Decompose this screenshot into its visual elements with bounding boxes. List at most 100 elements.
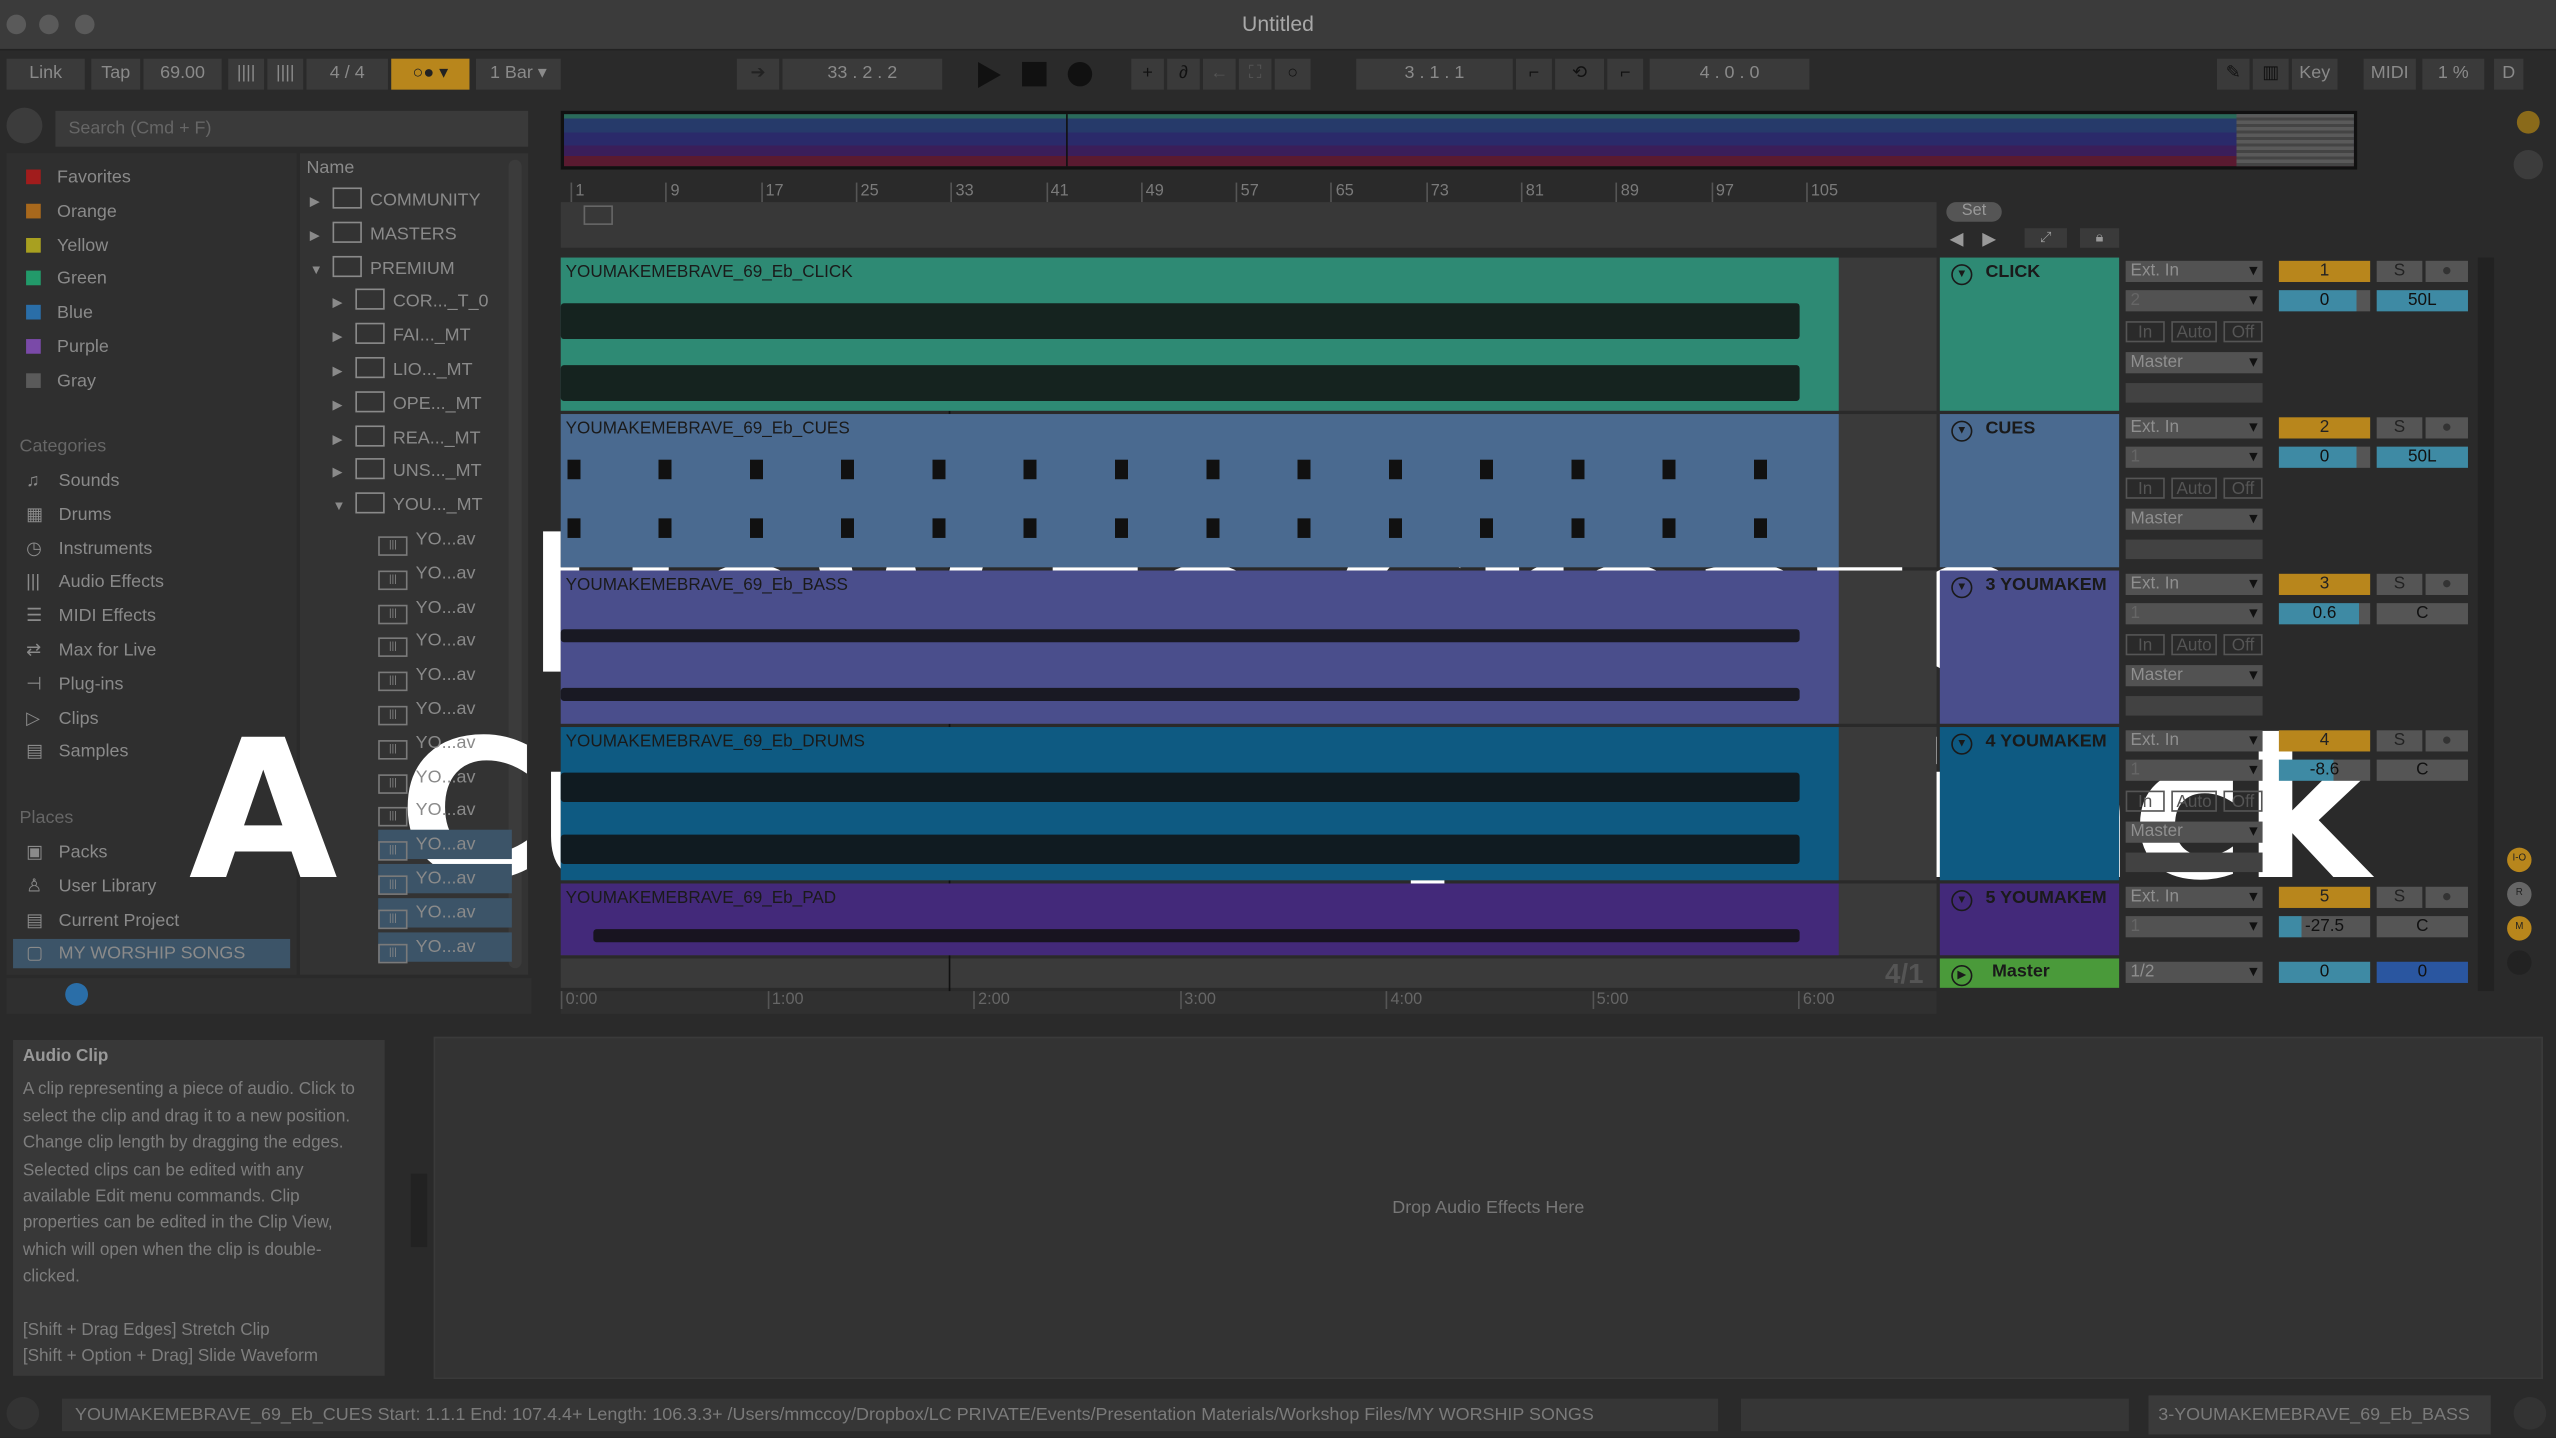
browser-toggle-button[interactable]	[6, 107, 43, 144]
name-column-header[interactable]: Name	[306, 158, 354, 178]
fold-icon[interactable]: ▼	[1951, 264, 1973, 286]
monitor-auto-button[interactable]: Auto	[2171, 321, 2217, 343]
sidebar-category-plug-ins[interactable]: ⊣ Plug-ins	[26, 670, 123, 699]
browser-file[interactable]: ||| YO...av	[378, 863, 512, 895]
track-header[interactable]: ▼ CUES	[1939, 414, 2120, 568]
track-activator-button[interactable]: 1	[2278, 260, 2371, 283]
audio-clip[interactable]: YOUMAKEMEBRAVE_69_Eb_DRUMS	[560, 727, 1839, 881]
chevron-right-icon[interactable]: ▶	[310, 187, 333, 216]
browser-file[interactable]: ||| YO...av	[378, 627, 475, 658]
link-button[interactable]: Link	[6, 58, 85, 90]
fold-icon[interactable]: ▼	[1951, 890, 1973, 912]
input-channel-select[interactable]: 1	[2125, 603, 2263, 625]
sidebar-place-my-worship-songs[interactable]: ▢ MY WORSHIP SONGS	[13, 939, 291, 969]
midi-map-button[interactable]: MIDI	[2363, 58, 2416, 90]
solo-button[interactable]: S	[2376, 260, 2423, 283]
browser-file[interactable]: ||| YO...av	[378, 728, 475, 760]
pan-field[interactable]: C	[2376, 916, 2468, 938]
arrangement-overview[interactable]	[560, 110, 2358, 170]
volume-field[interactable]: -27.5	[2278, 916, 2371, 938]
pan-field[interactable]: 50L	[2376, 290, 2468, 312]
sidebar-category-clips[interactable]: ▷ Clips	[26, 704, 98, 733]
track-header[interactable]: ▼ 4 YOUMAKEM	[1939, 727, 2120, 881]
sidebar-color-green[interactable]: Green	[26, 265, 107, 294]
output-channel-field[interactable]	[2125, 852, 2263, 873]
chevron-down-icon[interactable]: ▼	[310, 255, 333, 284]
browser-file[interactable]: ||| YO...av	[378, 525, 475, 556]
fold-icon[interactable]: ▼	[1951, 577, 1973, 599]
track-activator-button[interactable]: 4	[2278, 730, 2371, 752]
audio-clip[interactable]: YOUMAKEMEBRAVE_69_Eb_CLICK	[560, 257, 1839, 411]
solo-button[interactable]: S	[2376, 417, 2423, 439]
track-activator-button[interactable]: 3	[2278, 573, 2371, 595]
sidebar-color-purple[interactable]: Purple	[26, 333, 109, 362]
monitor-off-button[interactable]: Off	[2223, 321, 2263, 343]
output-select[interactable]: Master	[2125, 352, 2263, 374]
fold-icon[interactable]: ▼	[1951, 420, 1973, 442]
arm-record-button[interactable]: ●	[2425, 260, 2468, 283]
chevron-down-icon[interactable]: ▼	[333, 493, 356, 522]
monitor-in-button[interactable]: In	[2125, 790, 2165, 812]
browser-folder[interactable]: ▶ REA..._MT	[333, 423, 481, 452]
tempo-field[interactable]: 69.00	[143, 58, 222, 90]
output-channel-field[interactable]	[2125, 383, 2263, 403]
sidebar-color-orange[interactable]: Orange	[26, 197, 117, 226]
monitor-in-button[interactable]: In	[2125, 321, 2165, 343]
bar-ruler[interactable]: 1 9 17 25 33 41 49 57 65 73 81 89 97 105	[561, 182, 1937, 203]
input-type-select[interactable]: Ext. In	[2125, 730, 2263, 752]
loop-length-field[interactable]: 4 . 0 . 0	[1649, 58, 1810, 90]
loop-brace-icon[interactable]	[583, 205, 613, 225]
toggle-r-button[interactable]: R	[2507, 881, 2532, 907]
locators-lane[interactable]	[560, 202, 1937, 248]
sidebar-category-instruments[interactable]: ◷ Instruments	[26, 534, 152, 563]
solo-button[interactable]: S	[2376, 886, 2423, 908]
output-channel-field[interactable]	[2125, 539, 2263, 560]
sidebar-category-midi-effects[interactable]: ☰ MIDI Effects	[26, 602, 156, 631]
chevron-right-icon[interactable]: ▶	[333, 289, 356, 318]
key-map-button[interactable]: Key	[2291, 58, 2338, 90]
audio-clip[interactable]: YOUMAKEMEBRAVE_69_Eb_BASS	[560, 570, 1839, 724]
sidebar-category-sounds[interactable]: ♫ Sounds	[26, 466, 119, 495]
sidebar-category-drums[interactable]: ▦ Drums	[26, 500, 111, 529]
track-lane[interactable]: YOUMAKEMEBRAVE_69_Eb_CUES	[560, 414, 1937, 568]
lock-icon[interactable]: 🔒︎	[2080, 228, 2120, 248]
master-output-select[interactable]: 1/2	[2125, 961, 2263, 983]
solo-button[interactable]: S	[2376, 573, 2423, 595]
sidebar-color-blue[interactable]: Blue	[26, 299, 93, 328]
output-channel-field[interactable]	[2125, 696, 2263, 716]
re-enable-automation-button[interactable]: ←	[1203, 58, 1236, 90]
sidebar-category-max-for-live[interactable]: ⇄ Max for Live	[26, 636, 156, 665]
input-channel-select[interactable]: 1	[2125, 446, 2263, 468]
chevron-right-icon[interactable]: ▶	[333, 391, 356, 420]
sidebar-category-samples[interactable]: ▤ Samples	[26, 737, 128, 766]
browser-file[interactable]: ||| YO...av	[378, 660, 475, 692]
sidebar-category-audio-effects[interactable]: ||| Audio Effects	[26, 568, 164, 597]
track-header[interactable]: ▼ 5 YOUMAKEM	[1939, 883, 2120, 956]
stop-button[interactable]	[1022, 61, 1047, 87]
arm-record-button[interactable]: ●	[2425, 573, 2468, 595]
browser-folder[interactable]: ▼ YOU..._MT	[333, 491, 483, 520]
loop-button[interactable]: ⟲	[1555, 58, 1605, 90]
input-type-select[interactable]: Ext. In	[2125, 886, 2263, 908]
browser-folder[interactable]: ▼ PREMIUM	[310, 254, 455, 283]
prev-locator-button[interactable]: ◀	[1950, 228, 1964, 250]
volume-field[interactable]: -8.6	[2278, 759, 2371, 781]
toggle-m-button[interactable]: M	[2507, 916, 2532, 941]
browser-file[interactable]: ||| YO...av	[378, 559, 475, 590]
clip-view-toggle[interactable]	[2516, 110, 2540, 134]
overdub-button[interactable]: +	[1131, 58, 1164, 90]
chevron-right-icon[interactable]: ▶	[333, 425, 356, 454]
session-record-button[interactable]: ○	[1274, 58, 1311, 90]
draw-mode-button[interactable]: ✎	[2216, 58, 2250, 90]
info-view-toggle[interactable]	[6, 1396, 40, 1430]
output-select[interactable]: Master	[2125, 821, 2263, 843]
monitor-in-button[interactable]: In	[2125, 477, 2165, 499]
output-select[interactable]: Master	[2125, 665, 2263, 687]
track-header[interactable]: ▼ CLICK	[1939, 257, 2120, 411]
punch-in-button[interactable]: ⌐	[1515, 58, 1552, 90]
browser-folder[interactable]: ▶ UNS..._MT	[333, 457, 482, 486]
chevron-right-icon[interactable]: ▶	[333, 357, 356, 386]
output-select[interactable]: Master	[2125, 508, 2263, 530]
computer-midi-keyboard-button[interactable]: ▥	[2252, 58, 2289, 90]
monitor-auto-button[interactable]: Auto	[2171, 634, 2217, 656]
